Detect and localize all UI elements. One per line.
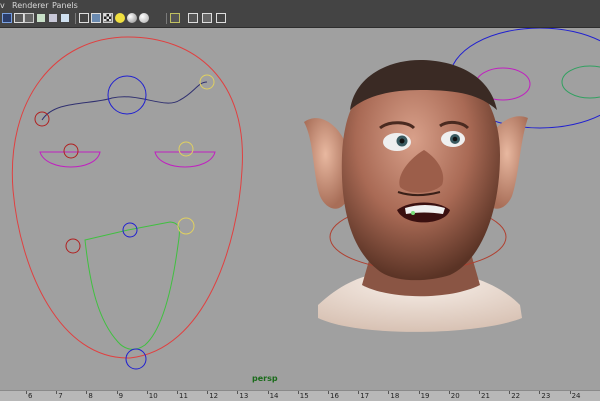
isolate-icon[interactable] bbox=[188, 13, 198, 23]
cube-shaded-icon[interactable] bbox=[91, 13, 101, 23]
timeline-tick bbox=[509, 391, 511, 394]
menu-item-view[interactable]: v bbox=[0, 0, 5, 11]
timeline-tick bbox=[267, 391, 269, 394]
timeline-tick bbox=[358, 391, 360, 394]
eye-left-control[interactable] bbox=[63, 143, 79, 159]
menu-item-panels[interactable]: Panels bbox=[52, 0, 78, 11]
timeline-tick-label: 6 bbox=[28, 392, 33, 400]
head-outline-curve[interactable] bbox=[11, 36, 243, 359]
timeline-tick-label: 13 bbox=[239, 392, 249, 400]
mouth-jaw-curve[interactable] bbox=[84, 221, 181, 350]
time-slider[interactable]: 6 7 8 9 10 11 12 13 14 15 16 17 18 19 20 21 22 23 24 bbox=[0, 390, 600, 401]
timeline-tick-label: 9 bbox=[118, 392, 124, 400]
timeline-tick-label: 22 bbox=[511, 392, 521, 400]
timeline-tick bbox=[116, 391, 118, 394]
timeline-tick-label: 10 bbox=[148, 392, 158, 400]
timeline-tick-label: 14 bbox=[269, 392, 279, 400]
select-icon[interactable] bbox=[170, 13, 180, 23]
perspective-viewport[interactable] bbox=[0, 28, 600, 390]
viewport-toolbar bbox=[0, 11, 600, 28]
timeline-tick bbox=[569, 391, 571, 394]
cube-wire-icon[interactable] bbox=[79, 13, 89, 23]
timeline-tick bbox=[297, 391, 299, 394]
jaw-control[interactable] bbox=[125, 348, 147, 370]
xray-icon[interactable] bbox=[202, 13, 212, 23]
timeline-tick bbox=[26, 391, 27, 394]
timeline-tick bbox=[237, 391, 239, 394]
toolbar-separator bbox=[166, 13, 167, 24]
timeline-tick-label: 18 bbox=[390, 392, 400, 400]
brow-left-control[interactable] bbox=[34, 111, 50, 127]
eye-aim-right-control[interactable] bbox=[561, 65, 600, 99]
timeline-tick-label: 17 bbox=[360, 392, 370, 400]
character-head-model[interactable] bbox=[304, 60, 528, 332]
eye-right-lid-curve[interactable] bbox=[154, 151, 216, 168]
timeline-tick bbox=[388, 391, 390, 394]
timeline-tick bbox=[146, 391, 148, 394]
timeline-tick bbox=[56, 391, 58, 394]
timeline-tick bbox=[177, 391, 178, 394]
camera-name-label: persp bbox=[252, 374, 278, 383]
timeline-tick bbox=[448, 391, 450, 394]
mouth-locator[interactable] bbox=[411, 211, 415, 215]
timeline-tick bbox=[328, 391, 329, 394]
timeline-tick-label: 7 bbox=[58, 392, 63, 400]
timeline-tick bbox=[207, 391, 209, 394]
left-ear-mesh bbox=[304, 118, 347, 209]
camera-icon[interactable] bbox=[2, 13, 12, 23]
viewport-scene bbox=[11, 28, 600, 370]
mouth-corner-control[interactable] bbox=[177, 217, 195, 235]
grid-icon[interactable] bbox=[14, 13, 24, 23]
timeline-tick-label: 11 bbox=[179, 392, 188, 400]
timeline-tick-label: 19 bbox=[420, 392, 430, 400]
timeline-tick bbox=[86, 391, 88, 394]
timeline-tick-label: 15 bbox=[299, 392, 309, 400]
eye-right-control[interactable] bbox=[178, 141, 194, 157]
sphere-lit-icon[interactable] bbox=[139, 13, 149, 23]
toolbar-separator bbox=[75, 13, 76, 24]
timeline-tick-label: 12 bbox=[209, 392, 219, 400]
timeline-tick bbox=[479, 391, 480, 394]
text-t-icon[interactable] bbox=[60, 13, 70, 23]
timeline-tick-label: 8 bbox=[88, 392, 93, 400]
timeline-tick-label: 16 bbox=[330, 392, 339, 400]
brow-center-control[interactable] bbox=[107, 75, 147, 115]
checker-icon[interactable] bbox=[103, 13, 113, 23]
timeline-tick-label: 24 bbox=[571, 392, 581, 400]
cheek-left-control[interactable] bbox=[65, 238, 81, 254]
timeline-tick-label: 23 bbox=[541, 392, 551, 400]
timeline-tick bbox=[418, 391, 420, 394]
wireframe-icon[interactable] bbox=[24, 13, 34, 23]
face-control-board bbox=[11, 36, 243, 370]
menu-item-renderer[interactable]: Renderer bbox=[12, 0, 49, 11]
film-icon[interactable] bbox=[36, 13, 46, 23]
light-icon[interactable] bbox=[115, 13, 125, 23]
texture-icon[interactable] bbox=[48, 13, 58, 23]
timeline-tick-label: 20 bbox=[450, 392, 460, 400]
eye-left-lid-curve[interactable] bbox=[39, 151, 101, 168]
timeline-tick-label: 21 bbox=[481, 392, 490, 400]
joints-icon[interactable] bbox=[216, 13, 226, 23]
menu-bar: v Renderer Panels bbox=[0, 0, 600, 11]
timeline-tick bbox=[539, 391, 541, 394]
sphere-icon[interactable] bbox=[127, 13, 137, 23]
